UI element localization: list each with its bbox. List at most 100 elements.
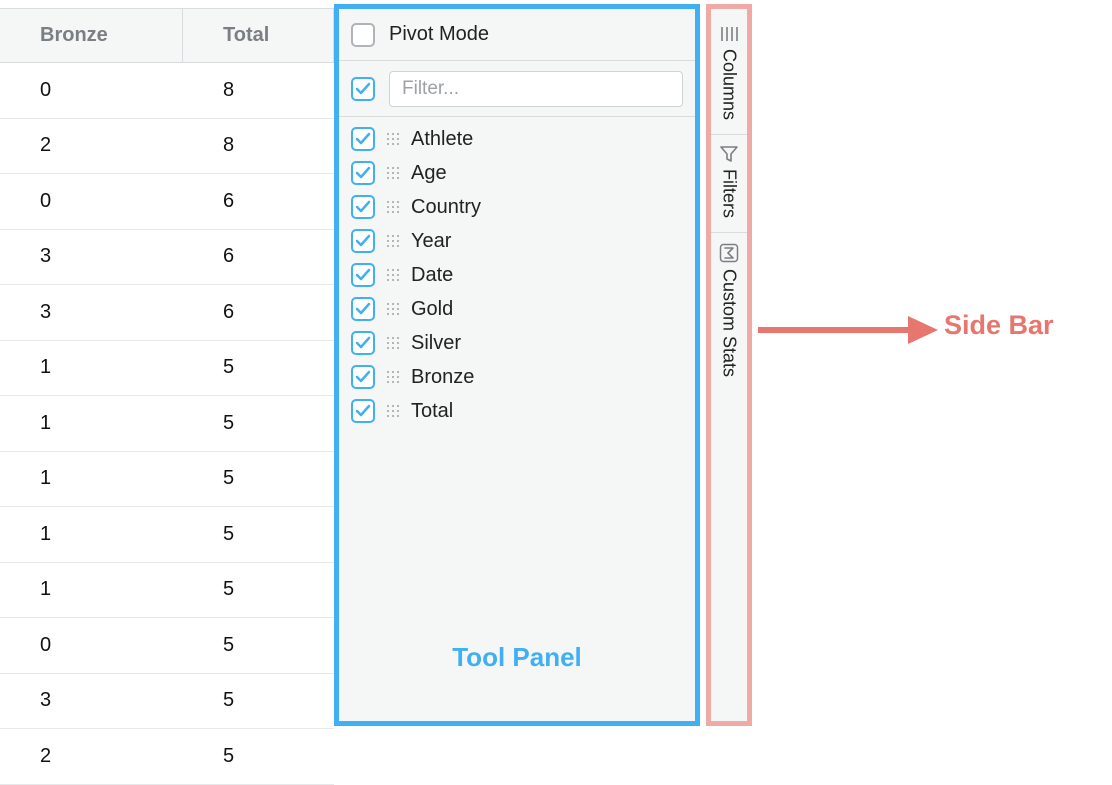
- drag-handle-icon[interactable]: [387, 303, 399, 315]
- column-item-label: Country: [411, 196, 481, 219]
- table-row[interactable]: 28: [0, 119, 334, 175]
- column-header-bronze[interactable]: Bronze: [0, 9, 183, 62]
- column-item-label: Silver: [411, 332, 461, 355]
- column-item[interactable]: Total: [351, 399, 683, 423]
- funnel-icon: [720, 145, 738, 163]
- cell-bronze: 3: [0, 230, 183, 285]
- column-item[interactable]: Year: [351, 229, 683, 253]
- side-bar-caption: Side Bar: [944, 310, 1054, 341]
- table-row[interactable]: 05: [0, 618, 334, 674]
- column-checkbox[interactable]: [351, 331, 375, 355]
- table-row[interactable]: 15: [0, 452, 334, 508]
- column-list: Athlete Age Country Year Date Gold: [339, 117, 695, 433]
- table-row[interactable]: 36: [0, 230, 334, 286]
- drag-handle-icon[interactable]: [387, 337, 399, 349]
- tool-panel-caption: Tool Panel: [339, 642, 695, 673]
- column-filter-input[interactable]: [389, 71, 683, 107]
- column-item[interactable]: Age: [351, 161, 683, 185]
- column-checkbox[interactable]: [351, 229, 375, 253]
- sidebar-tab-filters[interactable]: Filters: [711, 135, 747, 233]
- drag-handle-icon[interactable]: [387, 235, 399, 247]
- cell-bronze: 3: [0, 285, 183, 340]
- pivot-mode-label: Pivot Mode: [389, 23, 489, 46]
- drag-handle-icon[interactable]: [387, 167, 399, 179]
- cell-bronze: 0: [0, 63, 183, 118]
- drag-handle-icon[interactable]: [387, 371, 399, 383]
- column-item-label: Year: [411, 230, 451, 253]
- table-row[interactable]: 15: [0, 563, 334, 619]
- column-item-label: Athlete: [411, 128, 473, 151]
- pivot-mode-checkbox[interactable]: [351, 23, 375, 47]
- sigma-icon: [719, 243, 739, 263]
- cell-bronze: 3: [0, 674, 183, 729]
- cell-total: 5: [183, 563, 334, 618]
- column-item-label: Date: [411, 264, 453, 287]
- drag-handle-icon[interactable]: [387, 201, 399, 213]
- column-item[interactable]: Gold: [351, 297, 683, 321]
- cell-total: 6: [183, 230, 334, 285]
- table-row[interactable]: 15: [0, 341, 334, 397]
- cell-bronze: 1: [0, 507, 183, 562]
- table-row[interactable]: 08: [0, 63, 334, 119]
- drag-handle-icon[interactable]: [387, 269, 399, 281]
- sidebar-tab-label: Custom Stats: [719, 269, 740, 377]
- column-checkbox[interactable]: [351, 127, 375, 151]
- grid-header-row: Bronze Total: [0, 9, 334, 63]
- column-header-total[interactable]: Total: [183, 9, 334, 62]
- table-row[interactable]: 06: [0, 174, 334, 230]
- columns-icon: [720, 25, 738, 43]
- column-item-label: Age: [411, 162, 447, 185]
- data-grid: Bronze Total 08 28 06 36 36 15 15 15 15 …: [0, 8, 334, 732]
- select-all-checkbox[interactable]: [351, 77, 375, 101]
- column-checkbox[interactable]: [351, 161, 375, 185]
- column-item[interactable]: Athlete: [351, 127, 683, 151]
- sidebar-tab-columns[interactable]: Columns: [711, 15, 747, 135]
- tool-panel: Pivot Mode Athlete Age Country Year: [334, 4, 700, 726]
- sidebar-tab-label: Columns: [719, 49, 740, 120]
- column-checkbox[interactable]: [351, 195, 375, 219]
- table-row[interactable]: 25: [0, 729, 334, 785]
- filter-row: [339, 61, 695, 117]
- cell-bronze: 2: [0, 729, 183, 784]
- cell-total: 5: [183, 507, 334, 562]
- column-checkbox[interactable]: [351, 297, 375, 321]
- table-row[interactable]: 35: [0, 674, 334, 730]
- column-item-label: Gold: [411, 298, 453, 321]
- cell-total: 5: [183, 452, 334, 507]
- cell-bronze: 1: [0, 341, 183, 396]
- cell-total: 6: [183, 174, 334, 229]
- table-row[interactable]: 15: [0, 507, 334, 563]
- column-item[interactable]: Country: [351, 195, 683, 219]
- cell-total: 5: [183, 618, 334, 673]
- column-item[interactable]: Bronze: [351, 365, 683, 389]
- arrow-right-icon: [758, 310, 938, 350]
- cell-total: 6: [183, 285, 334, 340]
- cell-total: 8: [183, 63, 334, 118]
- table-row[interactable]: 36: [0, 285, 334, 341]
- column-checkbox[interactable]: [351, 399, 375, 423]
- drag-handle-icon[interactable]: [387, 405, 399, 417]
- grid-body: 08 28 06 36 36 15 15 15 15 15 05 35 25: [0, 63, 334, 785]
- column-checkbox[interactable]: [351, 365, 375, 389]
- column-item[interactable]: Date: [351, 263, 683, 287]
- cell-bronze: 2: [0, 119, 183, 174]
- table-row[interactable]: 15: [0, 396, 334, 452]
- column-item-label: Total: [411, 400, 453, 423]
- pivot-mode-row: Pivot Mode: [339, 9, 695, 61]
- cell-bronze: 1: [0, 452, 183, 507]
- sidebar-tab-label: Filters: [719, 169, 740, 218]
- cell-bronze: 1: [0, 396, 183, 451]
- cell-bronze: 0: [0, 618, 183, 673]
- cell-total: 5: [183, 674, 334, 729]
- cell-total: 5: [183, 729, 334, 784]
- cell-total: 5: [183, 341, 334, 396]
- cell-bronze: 1: [0, 563, 183, 618]
- side-bar: Columns Filters Custom Stats: [706, 4, 752, 726]
- cell-bronze: 0: [0, 174, 183, 229]
- column-item[interactable]: Silver: [351, 331, 683, 355]
- sidebar-tab-custom-stats[interactable]: Custom Stats: [711, 233, 747, 391]
- cell-total: 8: [183, 119, 334, 174]
- column-item-label: Bronze: [411, 366, 474, 389]
- column-checkbox[interactable]: [351, 263, 375, 287]
- drag-handle-icon[interactable]: [387, 133, 399, 145]
